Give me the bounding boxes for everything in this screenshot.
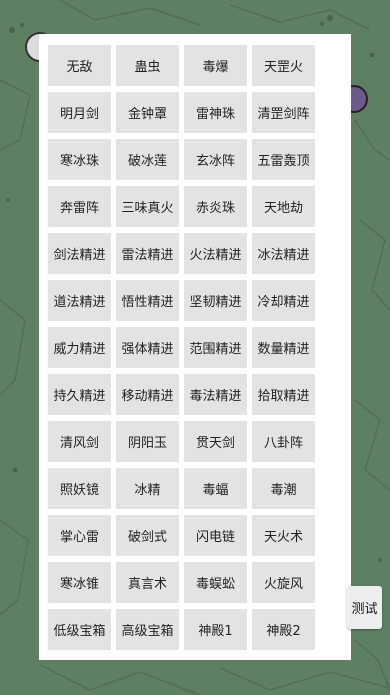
menu-option-button[interactable]: 持久精进 xyxy=(48,374,111,415)
menu-option-button[interactable]: 清罡剑阵 xyxy=(252,92,315,133)
menu-option-button[interactable]: 毒蝠 xyxy=(184,468,247,509)
menu-option-button[interactable]: 寒冰珠 xyxy=(48,139,111,180)
menu-option-button[interactable]: 雷法精进 xyxy=(116,233,179,274)
menu-option-button[interactable]: 道法精进 xyxy=(48,280,111,321)
menu-option-button[interactable]: 火旋风 xyxy=(252,562,315,603)
menu-option-button[interactable]: 照妖镜 xyxy=(48,468,111,509)
menu-option-button[interactable]: 范围精进 xyxy=(184,327,247,368)
menu-option-button[interactable]: 破剑式 xyxy=(116,515,179,556)
menu-option-button[interactable]: 掌心雷 xyxy=(48,515,111,556)
menu-option-button[interactable]: 明月剑 xyxy=(48,92,111,133)
menu-option-button[interactable]: 雷神珠 xyxy=(184,92,247,133)
cheat-menu-grid: 无敌 蛊虫 毒爆 天罡火明月剑 金钟罩 雷神珠 清罡剑阵寒冰珠 破冰莲 玄冰阵 五雷轰顶奔雷阵 三味… xyxy=(48,45,315,650)
menu-option-button[interactable]: 阴阳玉 xyxy=(116,421,179,462)
menu-option-button[interactable]: 天火术 xyxy=(252,515,315,556)
menu-option-button[interactable]: 高级宝箱 xyxy=(116,609,179,650)
menu-option-button[interactable]: 毒法精进 xyxy=(184,374,247,415)
menu-option-button[interactable]: 三味真火 xyxy=(116,186,179,227)
menu-option-button[interactable]: 拾取精进 xyxy=(252,374,315,415)
menu-option-button[interactable]: 数量精进 xyxy=(252,327,315,368)
menu-option-button[interactable]: 毒潮 xyxy=(252,468,315,509)
menu-option-button[interactable]: 蛊虫 xyxy=(116,45,179,86)
menu-option-button[interactable]: 毒蜈蚣 xyxy=(184,562,247,603)
menu-option-button[interactable]: 八卦阵 xyxy=(252,421,315,462)
menu-option-button[interactable]: 移动精进 xyxy=(116,374,179,415)
menu-option-button[interactable]: 闪电链 xyxy=(184,515,247,556)
menu-option-button[interactable]: 冰法精进 xyxy=(252,233,315,274)
menu-option-button[interactable]: 强体精进 xyxy=(116,327,179,368)
menu-option-button[interactable]: 天地劫 xyxy=(252,186,315,227)
cheat-menu-panel: 无敌 蛊虫 毒爆 天罡火明月剑 金钟罩 雷神珠 清罡剑阵寒冰珠 破冰莲 玄冰阵 五雷轰顶奔雷阵 三味… xyxy=(39,34,351,660)
menu-option-button[interactable]: 神殿1 xyxy=(184,609,247,650)
menu-option-button[interactable]: 清风剑 xyxy=(48,421,111,462)
menu-option-button[interactable]: 冰精 xyxy=(116,468,179,509)
menu-option-button[interactable]: 真言术 xyxy=(116,562,179,603)
menu-option-button[interactable]: 破冰莲 xyxy=(116,139,179,180)
menu-option-button[interactable]: 毒爆 xyxy=(184,45,247,86)
menu-option-button[interactable]: 奔雷阵 xyxy=(48,186,111,227)
menu-option-button[interactable]: 天罡火 xyxy=(252,45,315,86)
menu-option-button[interactable]: 赤炎珠 xyxy=(184,186,247,227)
menu-option-button[interactable]: 无敌 xyxy=(48,45,111,86)
menu-option-button[interactable]: 神殿2 xyxy=(252,609,315,650)
menu-option-button[interactable]: 剑法精进 xyxy=(48,233,111,274)
menu-option-button[interactable]: 威力精进 xyxy=(48,327,111,368)
menu-option-button[interactable]: 火法精进 xyxy=(184,233,247,274)
menu-option-button[interactable]: 悟性精进 xyxy=(116,280,179,321)
menu-option-button[interactable]: 低级宝箱 xyxy=(48,609,111,650)
menu-option-button[interactable]: 金钟罩 xyxy=(116,92,179,133)
menu-option-button[interactable]: 寒冰锥 xyxy=(48,562,111,603)
test-button[interactable]: 测试 xyxy=(347,586,382,629)
menu-option-button[interactable]: 玄冰阵 xyxy=(184,139,247,180)
menu-option-button[interactable]: 冷却精进 xyxy=(252,280,315,321)
menu-option-button[interactable]: 坚韧精进 xyxy=(184,280,247,321)
menu-option-button[interactable]: 贯天剑 xyxy=(184,421,247,462)
menu-option-button[interactable]: 五雷轰顶 xyxy=(252,139,315,180)
